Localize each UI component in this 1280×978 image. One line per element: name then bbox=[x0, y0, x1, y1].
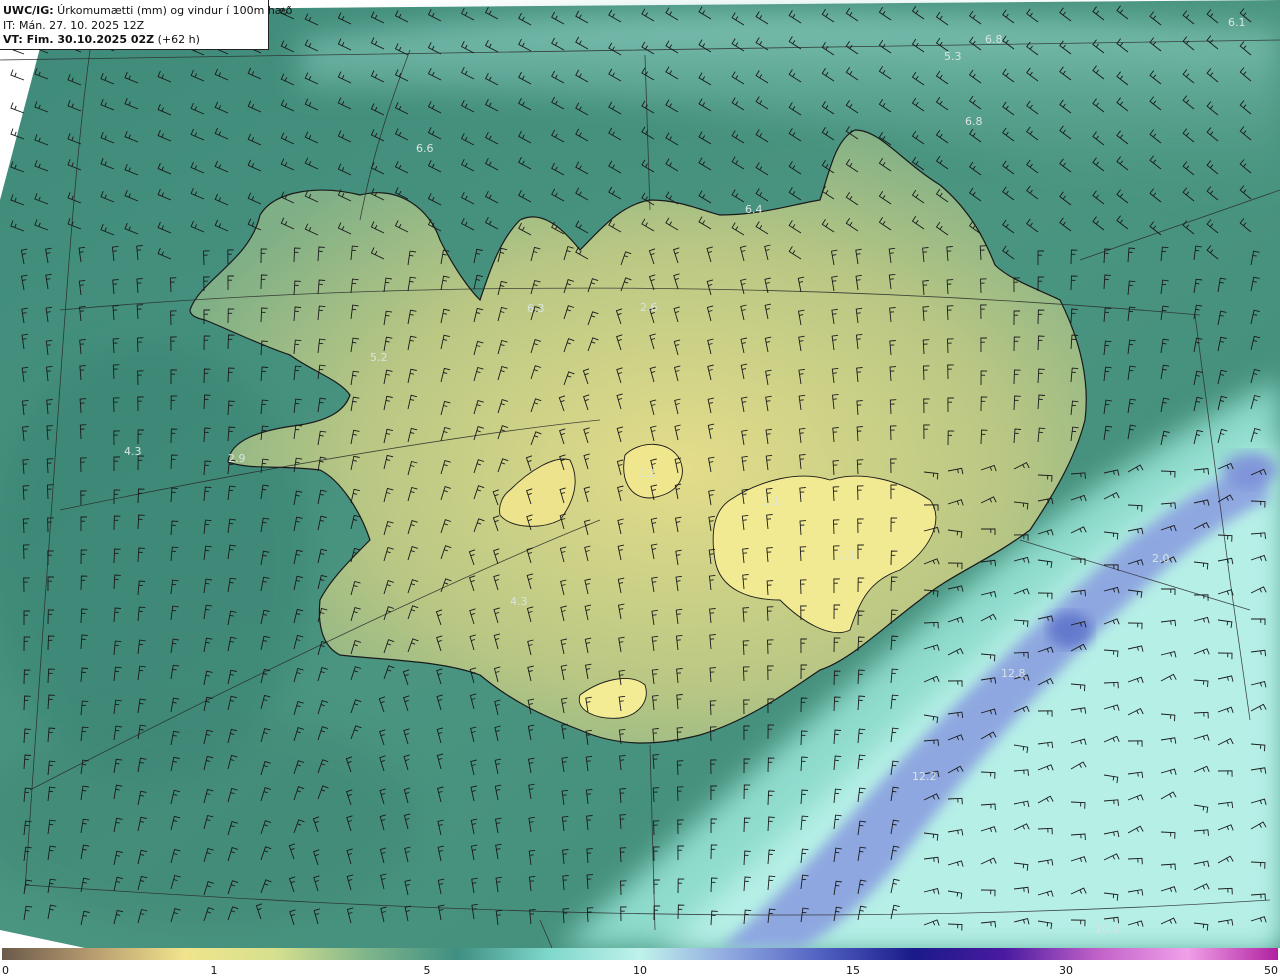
map-label: 10.1 bbox=[1095, 923, 1120, 936]
forecast-lead: (+62 h) bbox=[154, 33, 200, 46]
colorbar-strip bbox=[2, 948, 1278, 960]
map-label: 4.3 bbox=[510, 595, 528, 608]
valid-time-row: VT: Fim. 30.10.2025 02Z (+62 h) bbox=[3, 33, 268, 48]
map-label: 6.6 bbox=[416, 142, 434, 155]
colorbar-tick: 5 bbox=[423, 964, 431, 977]
model-name: UWC/IG: bbox=[3, 4, 54, 17]
map-label: 5.3 bbox=[944, 50, 962, 63]
map-label: 6.4 bbox=[745, 203, 763, 216]
colorbar: 0 1 5 10 15 30 50 bbox=[0, 948, 1280, 978]
map-label: 6.1 bbox=[1228, 16, 1246, 29]
map-label: 12.2 bbox=[912, 770, 937, 783]
map-label: 4.3 bbox=[124, 445, 142, 458]
colorbar-tick: 1 bbox=[210, 964, 218, 977]
map-label: 1.1 bbox=[762, 495, 780, 508]
colorbar-tick: 15 bbox=[846, 964, 860, 977]
colorbar-tick: 50 bbox=[1264, 964, 1278, 977]
field-description: Úrkomumætti (mm) og vindur í 100m hæð bbox=[53, 4, 293, 17]
map-label: 6.3 bbox=[527, 302, 545, 315]
map-label: 2.0 bbox=[1152, 552, 1170, 565]
map-label: 2.9 bbox=[228, 452, 246, 465]
colorbar-tick: 0 bbox=[2, 964, 9, 977]
map-label: 6.8 bbox=[965, 115, 983, 128]
colorbar-tick: 30 bbox=[1059, 964, 1073, 977]
map-label: 1.1 bbox=[838, 549, 856, 562]
header-title-row: UWC/IG: Úrkomumætti (mm) og vindur í 100… bbox=[3, 4, 292, 19]
map-label: 2.6 bbox=[640, 301, 658, 314]
map-label: 1.2 bbox=[638, 467, 656, 480]
map-label: 6.8 bbox=[985, 33, 1003, 46]
precipitation-map: 6.1 6.8 5.3 6.8 6.6 6.4 6.3 2.6 5.2 4.3 … bbox=[0, 0, 1280, 948]
colorbar-tick: 10 bbox=[633, 964, 647, 977]
valid-time: VT: Fim. 30.10.2025 02Z bbox=[3, 33, 155, 46]
map-label: 5.2 bbox=[370, 351, 388, 364]
map-header: UWC/IG: Úrkomumætti (mm) og vindur í 100… bbox=[0, 0, 292, 50]
map-label: 12.8 bbox=[1001, 667, 1026, 680]
initial-time: IT: Mán. 27. 10. 2025 12Z bbox=[3, 18, 145, 32]
